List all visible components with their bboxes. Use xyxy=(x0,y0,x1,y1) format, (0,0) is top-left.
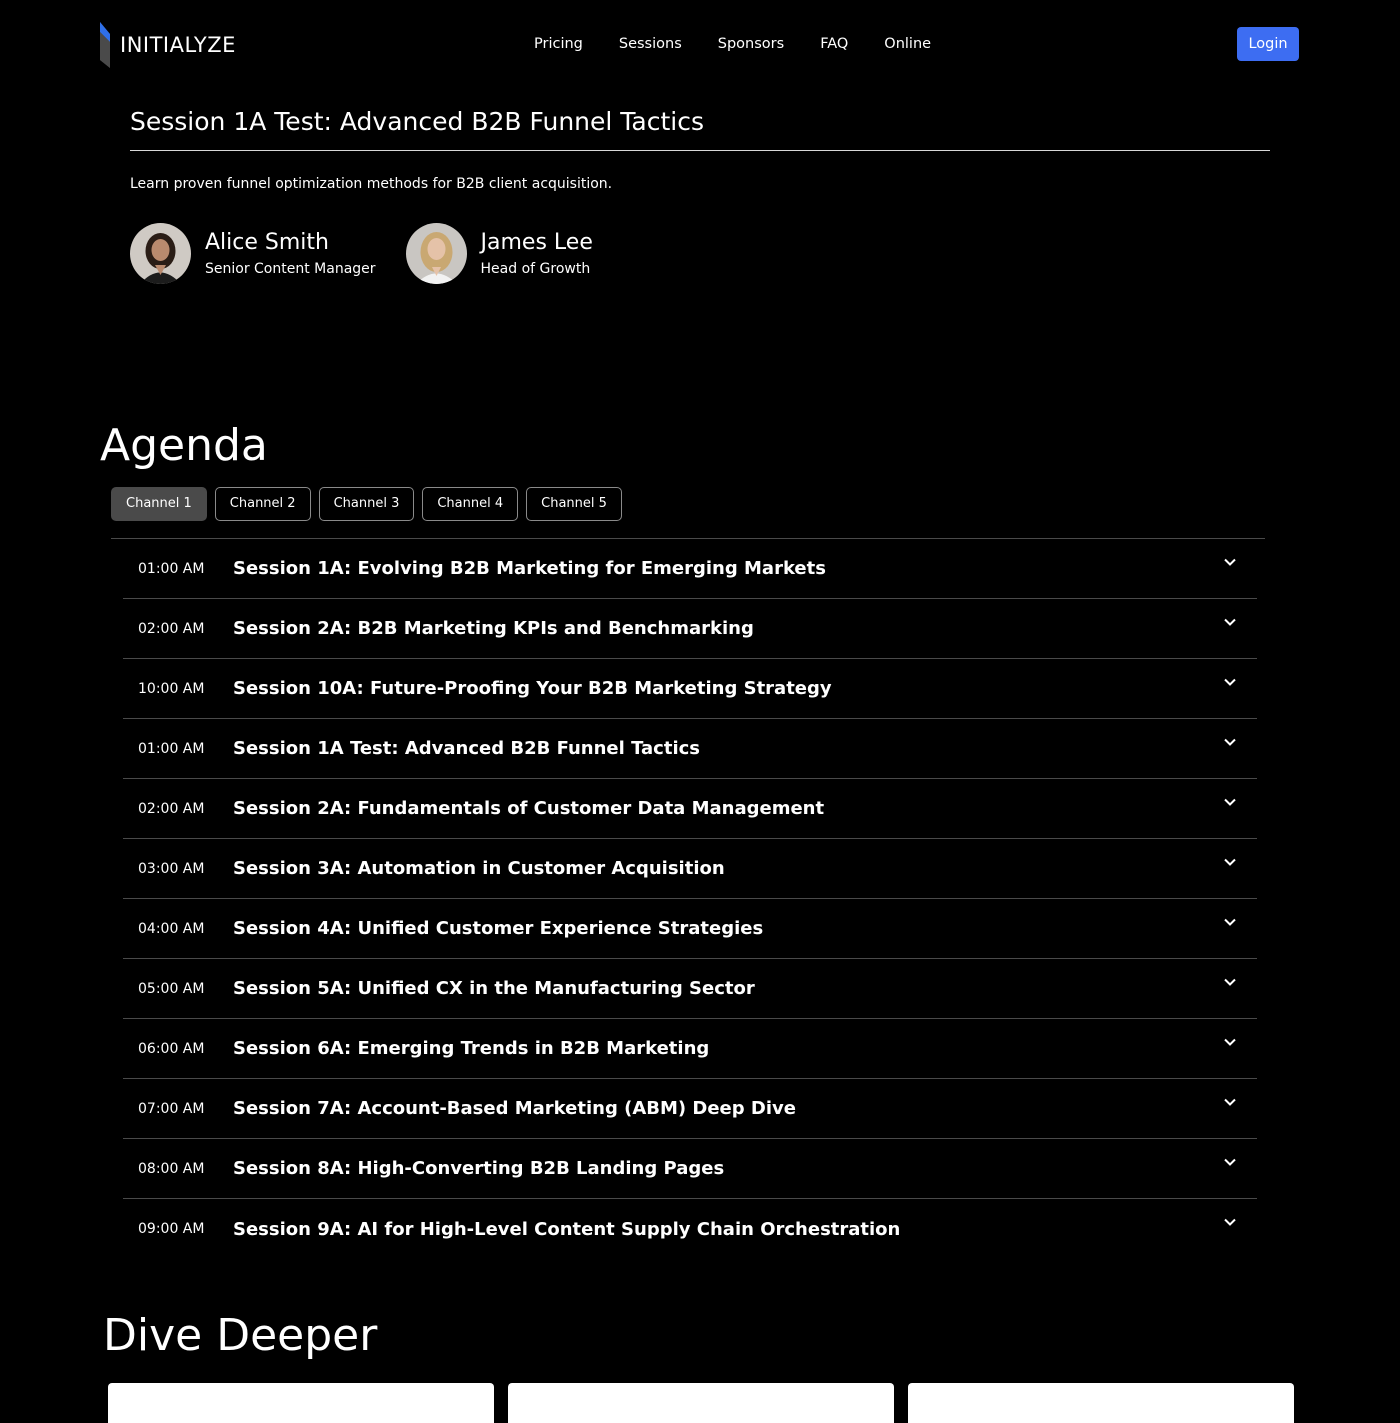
agenda-item-time: 05:00 AM xyxy=(138,980,205,997)
agenda-item[interactable]: 01:00 AM Session 1A Test: Advanced B2B F… xyxy=(123,719,1257,779)
agenda-item-title: Session 2A: Fundamentals of Customer Dat… xyxy=(233,798,825,819)
agenda-item-time: 01:00 AM xyxy=(138,560,205,577)
speaker-card[interactable]: James Lee Head of Growth xyxy=(405,223,593,284)
speaker-role: Senior Content Manager xyxy=(205,260,376,277)
agenda-item-title: Session 1A Test: Advanced B2B Funnel Tac… xyxy=(233,738,701,759)
chevron-down-icon[interactable] xyxy=(1223,1035,1237,1049)
agenda-item-time: 06:00 AM xyxy=(138,1040,205,1057)
chevron-down-icon[interactable] xyxy=(1223,1095,1237,1109)
agenda-item[interactable]: 03:00 AM Session 3A: Automation in Custo… xyxy=(123,839,1257,899)
agenda-item-title: Session 9A: AI for High-Level Content Su… xyxy=(233,1218,901,1240)
agenda-item-title: Session 4A: Unified Customer Experience … xyxy=(233,918,764,939)
dive-deeper-cards xyxy=(108,1383,1308,1423)
agenda-item[interactable]: 05:00 AM Session 5A: Unified CX in the M… xyxy=(123,959,1257,1019)
speaker-list: Alice Smith Senior Content Manager James… xyxy=(130,223,1270,284)
chevron-down-icon[interactable] xyxy=(1223,1215,1237,1229)
speaker-info: Alice Smith Senior Content Manager xyxy=(205,229,376,279)
chevron-down-icon[interactable] xyxy=(1223,735,1237,749)
nav-sessions[interactable]: Sessions xyxy=(619,33,682,55)
avatar xyxy=(405,223,467,284)
session-title: Session 1A Test: Advanced B2B Funnel Tac… xyxy=(130,104,1270,151)
session-detail: Session 1A Test: Advanced B2B Funnel Tac… xyxy=(130,104,1270,284)
logo-text: INITIALYZE xyxy=(120,33,236,57)
agenda-item-title: Session 1A: Evolving B2B Marketing for E… xyxy=(233,558,826,579)
dive-deeper-heading: Dive Deeper xyxy=(103,1310,378,1361)
chevron-down-icon[interactable] xyxy=(1223,615,1237,629)
agenda-item-time: 10:00 AM xyxy=(138,680,205,697)
agenda-item-title: Session 2A: B2B Marketing KPIs and Bench… xyxy=(233,618,754,639)
tab-channel-2[interactable]: Channel 2 xyxy=(214,487,311,521)
agenda-item[interactable]: 01:00 AM Session 1A: Evolving B2B Market… xyxy=(123,539,1257,599)
chevron-down-icon[interactable] xyxy=(1223,855,1237,869)
session-description: Learn proven funnel optimization methods… xyxy=(130,176,613,192)
resource-card[interactable] xyxy=(508,1383,894,1423)
agenda-item[interactable]: 10:00 AM Session 10A: Future-Proofing Yo… xyxy=(123,659,1257,719)
site-header: INITIALYZE Pricing Sessions Sponsors FAQ… xyxy=(0,0,1400,88)
resource-card[interactable] xyxy=(108,1383,494,1423)
chevron-down-icon[interactable] xyxy=(1223,555,1237,569)
agenda-item-time: 08:00 AM xyxy=(138,1160,205,1177)
chevron-down-icon[interactable] xyxy=(1223,675,1237,689)
agenda-item-title: Session 7A: Account-Based Marketing (ABM… xyxy=(233,1098,796,1119)
agenda-heading: Agenda xyxy=(100,420,268,471)
agenda-item[interactable]: 09:00 AM Session 9A: AI for High-Level C… xyxy=(123,1199,1257,1259)
chevron-down-icon[interactable] xyxy=(1223,1155,1237,1169)
agenda-item-time: 01:00 AM xyxy=(138,740,205,757)
agenda-item-time: 02:00 AM xyxy=(138,620,205,637)
agenda-item[interactable]: 07:00 AM Session 7A: Account-Based Marke… xyxy=(123,1079,1257,1139)
agenda-item[interactable]: 08:00 AM Session 8A: High-Converting B2B… xyxy=(123,1139,1257,1199)
agenda-item[interactable]: 06:00 AM Session 6A: Emerging Trends in … xyxy=(123,1019,1257,1079)
agenda-item[interactable]: 02:00 AM Session 2A: Fundamentals of Cus… xyxy=(123,779,1257,839)
agenda-item-time: 07:00 AM xyxy=(138,1100,205,1117)
agenda-list: 01:00 AM Session 1A: Evolving B2B Market… xyxy=(123,539,1257,1259)
agenda-item-time: 09:00 AM xyxy=(138,1221,205,1237)
speaker-name: Alice Smith xyxy=(205,229,329,255)
tab-channel-4[interactable]: Channel 4 xyxy=(422,487,519,521)
agenda-item-time: 02:00 AM xyxy=(138,800,205,817)
tab-channel-1[interactable]: Channel 1 xyxy=(111,487,207,521)
chevron-down-icon[interactable] xyxy=(1223,915,1237,929)
speaker-name: James Lee xyxy=(480,229,593,255)
agenda-item-title: Session 8A: High-Converting B2B Landing … xyxy=(233,1158,725,1179)
channel-tabs: Channel 1 Channel 2 Channel 3 Channel 4 … xyxy=(111,487,630,521)
agenda-item-title: Session 5A: Unified CX in the Manufactur… xyxy=(233,978,755,999)
speaker-role: Head of Growth xyxy=(480,260,591,277)
nav-sponsors[interactable]: Sponsors xyxy=(718,33,784,55)
nav-pricing[interactable]: Pricing xyxy=(534,33,583,55)
agenda-item-time: 04:00 AM xyxy=(138,920,205,937)
chevron-down-icon[interactable] xyxy=(1223,795,1237,809)
avatar xyxy=(130,223,191,284)
main-nav: Pricing Sessions Sponsors FAQ Online xyxy=(534,33,967,55)
login-button[interactable]: Login xyxy=(1237,27,1299,61)
agenda-item-time: 03:00 AM xyxy=(138,860,205,877)
resource-card[interactable] xyxy=(908,1383,1294,1423)
nav-online[interactable]: Online xyxy=(884,33,931,55)
agenda-item[interactable]: 02:00 AM Session 2A: B2B Marketing KPIs … xyxy=(123,599,1257,659)
agenda-item-title: Session 6A: Emerging Trends in B2B Marke… xyxy=(233,1038,710,1059)
logo-mark-icon xyxy=(100,22,114,68)
agenda-item[interactable]: 04:00 AM Session 4A: Unified Customer Ex… xyxy=(123,899,1257,959)
logo[interactable]: INITIALYZE xyxy=(100,22,236,68)
tab-channel-3[interactable]: Channel 3 xyxy=(318,487,415,521)
tab-channel-5[interactable]: Channel 5 xyxy=(526,487,622,521)
chevron-down-icon[interactable] xyxy=(1223,975,1237,989)
speaker-info: James Lee Head of Growth xyxy=(481,229,593,279)
agenda-item-title: Session 3A: Automation in Customer Acqui… xyxy=(233,858,725,879)
speaker-card[interactable]: Alice Smith Senior Content Manager xyxy=(130,223,376,284)
agenda-item-title: Session 10A: Future-Proofing Your B2B Ma… xyxy=(233,678,832,699)
nav-faq[interactable]: FAQ xyxy=(820,33,848,55)
